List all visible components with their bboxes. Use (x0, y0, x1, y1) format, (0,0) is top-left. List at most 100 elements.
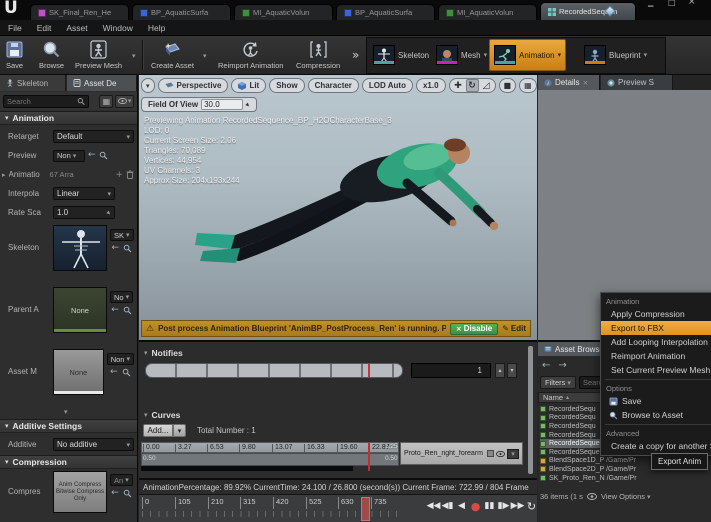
play-reverse-button[interactable]: ◀ (455, 499, 468, 513)
visibility-filter-button[interactable]: ▾ (115, 94, 135, 108)
compression-thumbnail[interactable]: Anim Compress Bitwise Compress Only (53, 471, 107, 513)
use-selected-arrow-icon[interactable]: ← (111, 489, 119, 498)
timeline-playhead[interactable] (361, 497, 370, 521)
section-additive-settings[interactable]: ▾ Additive Settings (0, 419, 137, 433)
tab-close-icon[interactable]: × (582, 79, 588, 87)
menu-item-set-current-preview-mesh[interactable]: Set Current Preview Mesh (601, 363, 711, 377)
section-compression[interactable]: ▾ Compression (0, 455, 137, 469)
scale-tool-icon[interactable]: ◿ (480, 79, 493, 92)
doc-tab-recorded-sequence[interactable]: RecordedSequen (540, 2, 636, 20)
go-to-end-button[interactable]: ▶▶ (511, 499, 525, 513)
add-curve-button[interactable]: Add... (143, 424, 173, 437)
mode-mesh-caret-icon[interactable]: ▾ (484, 51, 488, 59)
loop-button[interactable]: ↻ (525, 499, 538, 513)
skeleton-combo[interactable]: SK ▾ (110, 229, 134, 241)
filters-button[interactable]: Filters ▾ (540, 376, 576, 389)
use-selected-arrow-icon[interactable]: ← (88, 151, 96, 160)
menu-item-reimport-animation[interactable]: Reimport Animation (601, 349, 711, 363)
use-selected-arrow-icon[interactable]: ← (111, 244, 119, 253)
notifies-playhead[interactable] (368, 364, 370, 377)
menu-file[interactable]: File (8, 23, 22, 33)
row-expander-icon[interactable]: ▸ (2, 171, 6, 179)
menu-item-create-copy[interactable]: Create a copy for another S (601, 439, 711, 453)
snap-settings-button[interactable]: ▦ (519, 78, 537, 93)
preview-combo[interactable]: Non ▾ (53, 149, 85, 162)
curve-track-scrollbar[interactable] (141, 466, 353, 471)
close-button[interactable]: × (688, 0, 696, 7)
track-remove-spinner-down[interactable]: ▾ (507, 363, 517, 378)
parent-asset-thumbnail[interactable]: None (53, 287, 107, 333)
browse-button[interactable]: Browse (36, 38, 67, 72)
curve-playhead[interactable] (368, 442, 370, 471)
menu-item-apply-compression[interactable]: Apply Compression (601, 307, 711, 321)
save-button[interactable]: Save (2, 38, 27, 72)
create-asset-button[interactable]: Create Asset (148, 38, 197, 72)
curve-track[interactable] (141, 453, 399, 466)
frame-ruler-strip[interactable]: 0 105 210 315 420 525 630 735 ◀◀ ◀▮ ◀ ● … (139, 494, 537, 522)
browse-to-icon[interactable] (122, 368, 131, 377)
toolbar-overflow-chevron-icon[interactable]: » (352, 48, 359, 62)
grid-view-button[interactable]: ▦ (99, 94, 114, 108)
rotate-tool-icon[interactable]: ↻ (465, 79, 479, 92)
collapse-chevron-icon[interactable]: ▾ (64, 408, 68, 416)
retarget-combo[interactable]: Default ▾ (53, 130, 134, 143)
back-arrow-icon[interactable]: ← (542, 360, 550, 371)
track-add-spinner-up[interactable]: ▴ (495, 363, 505, 378)
notifies-header[interactable]: ▾ Notifies (144, 348, 183, 358)
menu-item-save[interactable]: Save (601, 394, 711, 408)
preview-viewport[interactable]: ▾ Perspective Lit Show Character LOD Aut… (139, 75, 537, 340)
asset-mapping-combo[interactable]: Non ▾ (106, 353, 134, 365)
mode-animation[interactable]: Animation ▾ (489, 39, 567, 71)
lod-button[interactable]: LOD Auto (361, 78, 413, 93)
doc-tab-material-2[interactable]: MI_AquaticVolun (438, 4, 537, 20)
coordinate-space-button[interactable]: ■ (498, 78, 517, 93)
doc-tab-blueprint-2[interactable]: BP_AquaticSurfa (336, 4, 435, 20)
curve-checkbox[interactable] (487, 450, 494, 457)
menu-item-export-to-fbx[interactable]: Export to FBX (601, 321, 711, 335)
curve-time-ruler[interactable]: 0.00 3.27 6.53 9.80 13.07 16.33 19.60 22… (141, 442, 399, 454)
curves-header[interactable]: ▾ Curves (144, 410, 180, 420)
fov-input[interactable] (201, 99, 244, 110)
curve-name-panel[interactable]: Proto_Ren_right_forearm ▾ (400, 442, 523, 465)
asset-mapping-thumbnail[interactable]: None (53, 349, 104, 395)
go-to-front-button[interactable]: ◀◀ (427, 499, 441, 513)
tab-skeleton-tree[interactable]: Skeleton (0, 75, 66, 91)
doc-tab-blueprint-1[interactable]: BP_AquaticSurfa (132, 4, 231, 20)
menu-window[interactable]: Window (103, 23, 133, 33)
view-mode-button[interactable]: Lit (231, 78, 267, 93)
playback-speed-button[interactable]: x1.0 (415, 78, 446, 93)
browse-to-icon[interactable] (123, 244, 132, 253)
edit-button[interactable]: ✎ Edit (502, 324, 526, 333)
compression-combo[interactable]: An ▾ (110, 474, 133, 486)
camera-mode-button[interactable]: Perspective (157, 78, 229, 93)
vertical-scrollbar[interactable] (528, 346, 533, 474)
disable-button[interactable]: × Disable (449, 322, 499, 335)
step-forward-button[interactable]: ▮▶ (497, 499, 510, 513)
maximize-button[interactable]: □ (668, 0, 676, 7)
mode-skeleton[interactable]: Skeleton (369, 39, 433, 71)
reimport-animation-button[interactable]: Reimport Animation (215, 38, 286, 72)
doc-tab-skeletal-mesh[interactable]: SK_Final_Ren_He (30, 4, 129, 20)
section-animation[interactable]: ▾ Animation (0, 111, 137, 125)
use-selected-arrow-icon[interactable]: ← (111, 306, 119, 315)
mode-blueprint-caret-icon[interactable]: ▾ (644, 51, 648, 59)
minimize-button[interactable]: ▁ (648, 0, 653, 7)
menu-item-browse-to-asset[interactable]: Browse to Asset (601, 408, 711, 422)
mode-mesh[interactable]: Mesh ▾ (432, 39, 491, 71)
preview-mesh-caret-icon[interactable]: ▾ (132, 52, 136, 60)
curve-options-button[interactable]: ▾ (507, 448, 519, 459)
notifies-track[interactable] (145, 363, 403, 378)
menu-edit[interactable]: Edit (37, 23, 52, 33)
interpolation-combo[interactable]: Linear ▾ (53, 187, 115, 200)
mode-animation-caret-icon[interactable]: ▾ (558, 51, 562, 59)
view-options-button[interactable]: View Options ▾ (601, 492, 651, 501)
browse-to-icon[interactable] (99, 151, 108, 160)
asset-row[interactable]: SK_Proto_Ren_N /Game/Pr (540, 474, 690, 483)
tab-preview-scene[interactable]: Preview S (601, 75, 673, 90)
notifies-track-count-field[interactable]: 1 (411, 363, 491, 378)
browse-to-icon[interactable] (123, 306, 132, 315)
rate-scale-field[interactable]: 1.0 ▾ (53, 206, 115, 219)
curve-eye-icon[interactable] (496, 450, 505, 457)
tab-details[interactable]: i Details × (538, 75, 600, 90)
translate-tool-icon[interactable]: ✚ (452, 79, 465, 92)
